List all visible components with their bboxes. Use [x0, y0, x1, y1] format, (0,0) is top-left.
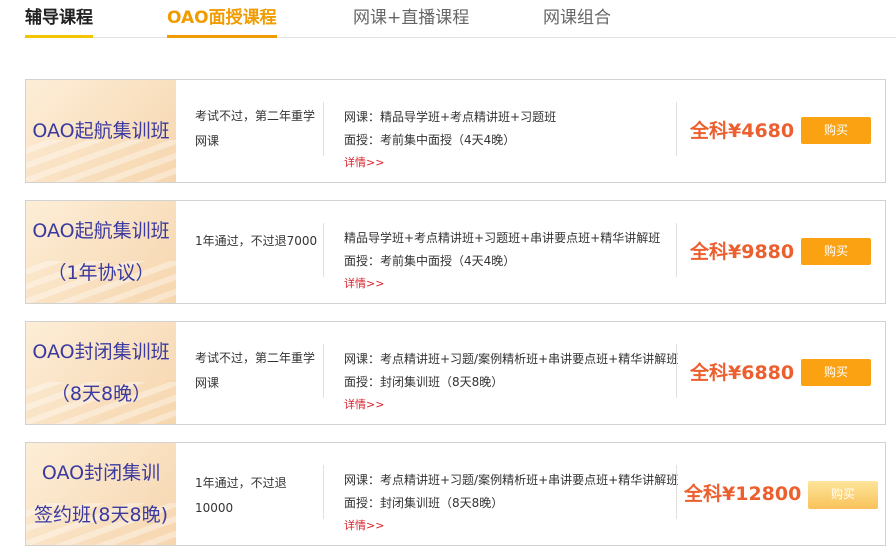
course-condition: 考试不过，第二年重学 网课 — [195, 104, 323, 154]
buy-button[interactable]: 购买 — [808, 481, 878, 509]
tab-label: 网课组合 — [543, 8, 611, 28]
course-tabs: 辅导课程 OAO面授课程 网课+直播课程 网课组合 — [0, 0, 896, 38]
course-price: 全科¥4680 — [690, 120, 795, 142]
condition-line: 1年通过，不过退7000 — [195, 234, 318, 248]
divider — [676, 223, 677, 277]
tab-label: OAO面授课程 — [167, 8, 277, 28]
divider — [676, 344, 677, 398]
course-card: OAO起航集训班 考试不过，第二年重学 网课 网课：精品导学班+考点精讲班+习题… — [25, 79, 886, 183]
detail-line: 面授：考前集中面授（4天4晚） — [344, 254, 516, 268]
course-details: 网课：考点精讲班+习题/案例精析班+串讲要点班+精华讲解班 面授：封闭集训班（8… — [344, 348, 680, 416]
course-banner-subtitle: （8天8晚） — [50, 383, 152, 405]
course-details: 精品导学班+考点精讲班+习题班+串讲要点班+精华讲解班 面授：考前集中面授（4天… — [344, 227, 680, 295]
divider — [676, 102, 677, 156]
condition-line: 网课 — [195, 376, 220, 390]
tab-underline-active — [167, 35, 277, 38]
course-price: 全科¥6880 — [690, 362, 795, 384]
buy-button[interactable]: 购买 — [801, 238, 871, 265]
course-condition: 1年通过，不过退10000 — [195, 471, 323, 521]
condition-line: 考试不过，第二年重学 — [195, 351, 316, 365]
course-banner-title: OAO封闭集训班 — [32, 341, 170, 363]
course-banner-title: OAO封闭集训 — [41, 462, 161, 484]
tab-online-bundle[interactable]: 网课组合 — [543, 6, 611, 38]
course-card: OAO起航集训班 （1年协议） 1年通过，不过退7000 精品导学班+考点精讲班… — [25, 200, 886, 304]
course-banner-image[interactable]: OAO起航集训班 — [26, 80, 176, 182]
detail-line: 网课：考点精讲班+习题/案例精析班+串讲要点班+精华讲解班 — [344, 352, 679, 366]
course-banner-title: OAO起航集训班 — [32, 220, 170, 242]
divider — [323, 465, 324, 519]
detail-line: 精品导学班+考点精讲班+习题班+串讲要点班+精华讲解班 — [344, 231, 661, 245]
course-condition: 1年通过，不过退7000 — [195, 229, 323, 254]
divider — [323, 344, 324, 398]
tab-underline — [25, 35, 93, 38]
details-link[interactable]: 详情>> — [344, 394, 680, 416]
divider — [676, 465, 677, 519]
course-banner-image[interactable]: OAO封闭集训班 （8天8晚） — [26, 322, 176, 424]
course-card: OAO封闭集训 签约班(8天8晚) 1年通过，不过退10000 网课：考点精讲班… — [25, 442, 886, 546]
detail-line: 面授：封闭集训班（8天8晚） — [344, 496, 504, 510]
course-card: OAO封闭集训班 （8天8晚） 考试不过，第二年重学 网课 网课：考点精讲班+习… — [25, 321, 886, 425]
buy-button[interactable]: 购买 — [801, 117, 871, 144]
tab-tutoring-courses[interactable]: 辅导课程 — [25, 6, 93, 38]
details-link[interactable]: 详情>> — [344, 273, 680, 295]
course-banner-title: OAO起航集训班 — [32, 120, 170, 142]
course-banner-image[interactable]: OAO起航集训班 （1年协议） — [26, 201, 176, 303]
details-link[interactable]: 详情>> — [344, 515, 680, 537]
course-details: 网课：考点精讲班+习题/案例精析班+串讲要点班+精华讲解班 面授：封闭集训班（8… — [344, 469, 680, 537]
course-price: 全科¥9880 — [690, 241, 795, 263]
course-banner-subtitle: 签约班(8天8晚) — [33, 504, 168, 526]
course-banner-image[interactable]: OAO封闭集训 签约班(8天8晚) — [26, 443, 176, 545]
divider — [323, 223, 324, 277]
details-link[interactable]: 详情>> — [344, 152, 680, 174]
tab-label: 辅导课程 — [25, 8, 93, 28]
course-condition: 考试不过，第二年重学 网课 — [195, 346, 323, 396]
course-banner-subtitle: （1年协议） — [47, 262, 155, 284]
tab-online-live-courses[interactable]: 网课+直播课程 — [353, 6, 469, 38]
detail-line: 网课：精品导学班+考点精讲班+习题班 — [344, 110, 557, 124]
course-details: 网课：精品导学班+考点精讲班+习题班 面授：考前集中面授（4天4晚） 详情>> — [344, 106, 680, 174]
divider — [323, 102, 324, 156]
tab-label: 网课+直播课程 — [353, 8, 470, 28]
detail-line: 面授：考前集中面授（4天4晚） — [344, 133, 516, 147]
condition-line: 1年通过，不过退10000 — [195, 476, 287, 515]
detail-line: 网课：考点精讲班+习题/案例精析班+串讲要点班+精华讲解班 — [344, 473, 679, 487]
condition-line: 网课 — [195, 134, 220, 148]
condition-line: 考试不过，第二年重学 — [195, 109, 316, 123]
tab-oao-face-courses[interactable]: OAO面授课程 — [167, 6, 277, 38]
detail-line: 面授：封闭集训班（8天8晚） — [344, 375, 504, 389]
buy-button[interactable]: 购买 — [801, 359, 871, 386]
course-price: 全科¥12800 — [684, 483, 802, 505]
